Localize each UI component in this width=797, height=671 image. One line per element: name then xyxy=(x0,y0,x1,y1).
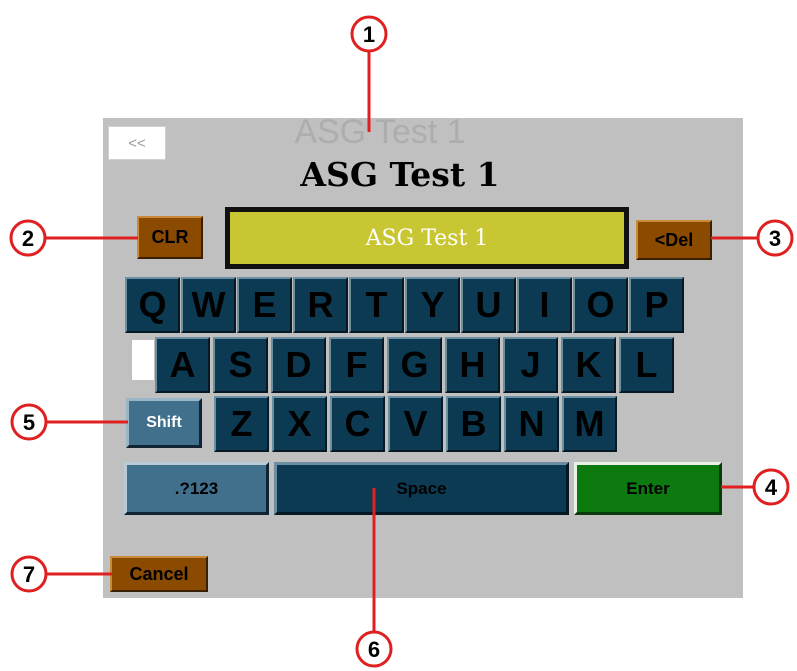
callout-label-6: 6 xyxy=(368,637,380,662)
callout-label-2: 2 xyxy=(22,226,34,251)
callout-label-3: 3 xyxy=(769,226,781,251)
callout-label-1: 1 xyxy=(363,22,375,47)
callout-label-5: 5 xyxy=(23,410,35,435)
callout-label-4: 4 xyxy=(765,475,778,500)
callout-label-7: 7 xyxy=(23,562,35,587)
callout-overlay: 1 2 3 4 5 6 7 xyxy=(9,15,794,668)
